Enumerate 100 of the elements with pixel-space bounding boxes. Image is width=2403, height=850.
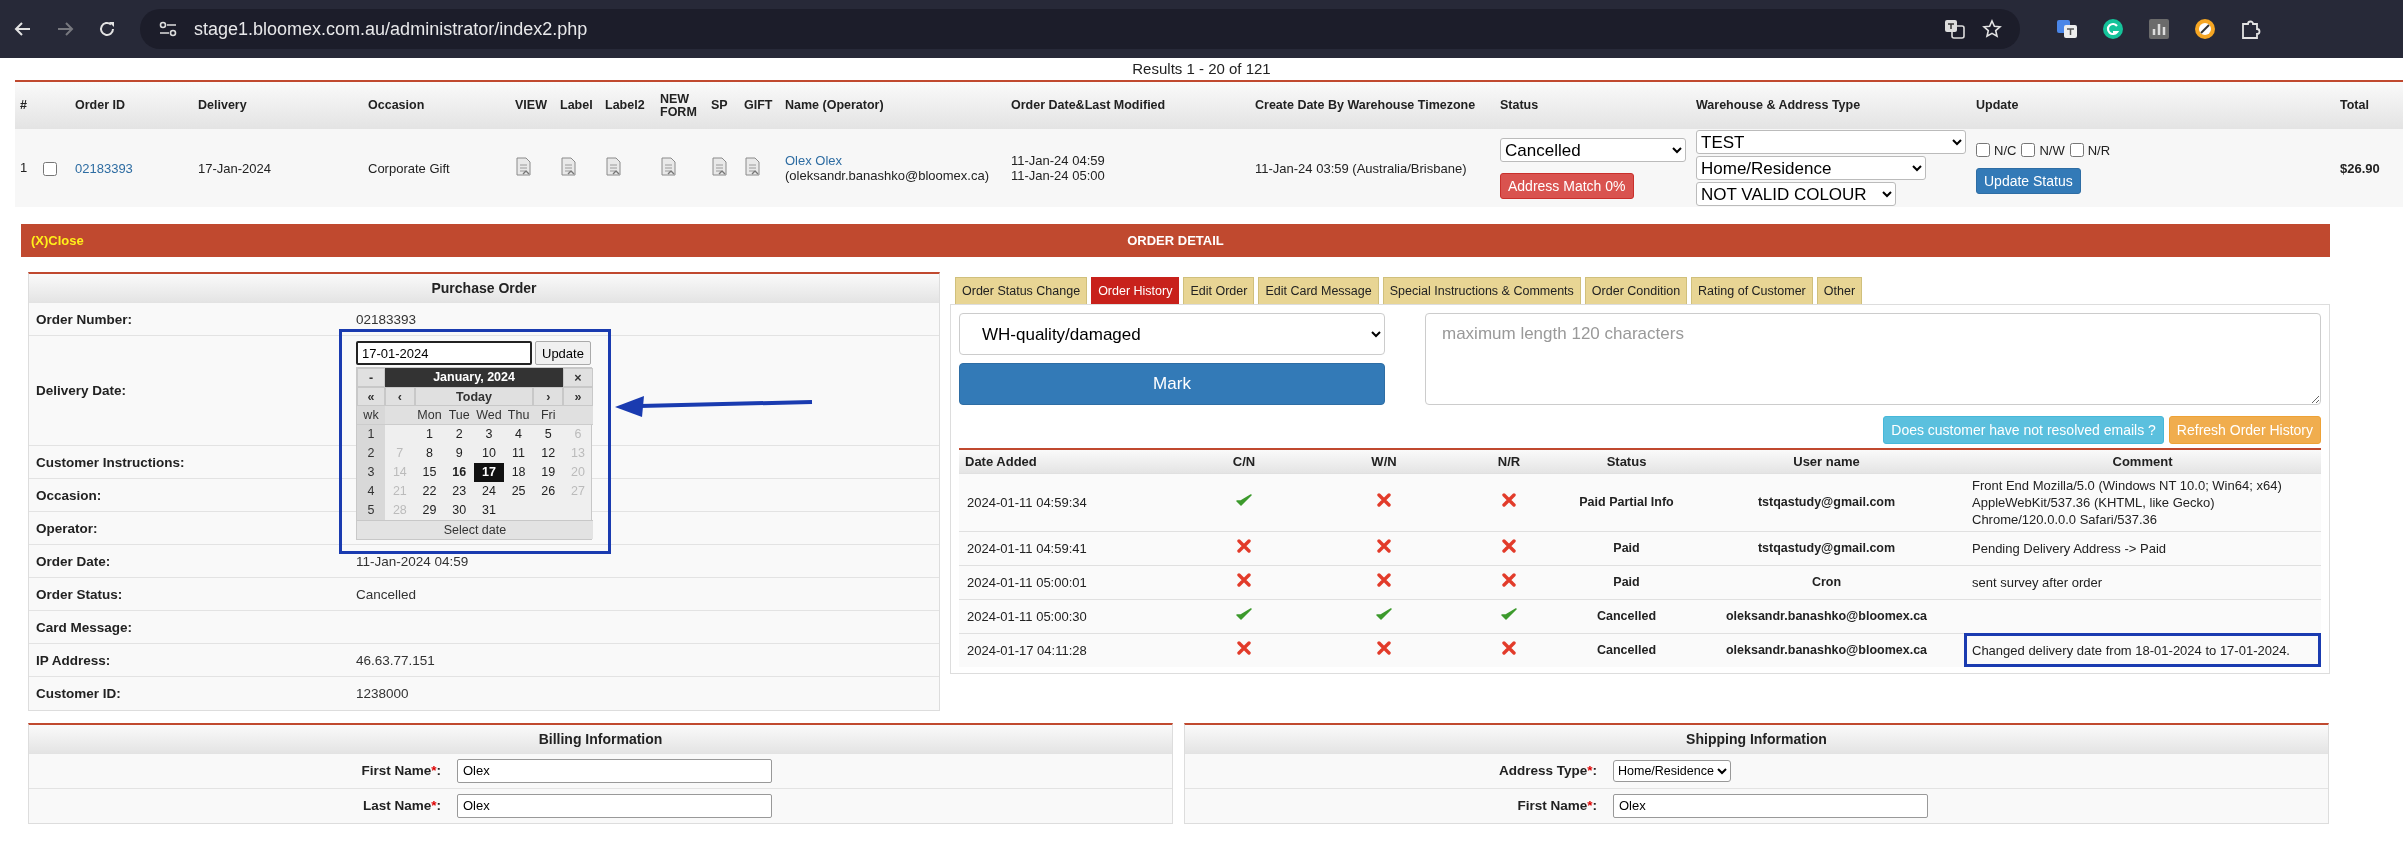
reload-icon[interactable] — [98, 20, 116, 38]
calendar-today-button[interactable]: Today — [414, 387, 534, 406]
week-number: 3 — [357, 463, 385, 482]
text-field[interactable]: Olex — [1613, 793, 1928, 818]
calendar-close-button[interactable]: × — [563, 368, 593, 387]
back-icon[interactable] — [14, 20, 32, 38]
calendar-day[interactable]: 3 — [474, 425, 504, 444]
document-icon[interactable] — [515, 157, 532, 176]
tab[interactable]: Edit Card Message — [1258, 277, 1379, 304]
calendar-day[interactable]: 30 — [444, 501, 475, 520]
forward-icon[interactable] — [56, 20, 74, 38]
calendar-day[interactable]: 5 — [533, 425, 564, 444]
mark-button[interactable]: Mark — [959, 363, 1385, 405]
field-value: 02183393 — [356, 311, 417, 327]
flag-checkbox[interactable] — [2069, 143, 2084, 157]
close-link[interactable]: (X)Close — [31, 233, 1128, 248]
comment-field[interactable]: maximum length 120 characters — [1425, 313, 2321, 405]
calendar-day[interactable]: 2 — [444, 425, 475, 444]
column-header: Update — [1976, 98, 2019, 112]
calendar-day[interactable]: 19 — [533, 463, 564, 482]
update-status-button[interactable]: Update Status — [1976, 167, 2081, 194]
field-value: 11-Jan-2024 04:59 — [356, 553, 469, 569]
column-header: NEW FORM — [660, 91, 697, 119]
calendar-day[interactable]: 24 — [474, 482, 504, 501]
date-field[interactable]: 17-01-2024 — [356, 341, 532, 365]
calendar-header-cell — [385, 406, 415, 425]
column-header: Occasion — [368, 98, 425, 112]
field-label: First Name*: — [361, 763, 441, 778]
calendar-day[interactable]: 9 — [444, 444, 475, 463]
field-label: Order Status: — [36, 586, 123, 602]
customer-link[interactable]: Olex Olex — [785, 153, 843, 168]
column-header: Create Date By Warehouse Timezone — [1255, 98, 1476, 112]
flag-checkbox[interactable] — [2021, 143, 2036, 157]
calendar-day[interactable]: 12 — [533, 444, 564, 463]
calendar-day[interactable]: 10 — [474, 444, 504, 463]
table-cell: oleksandr.banashko@bloomex.ca — [1725, 608, 1928, 623]
table-cell: Paid — [1613, 540, 1640, 555]
table-cell: 1 — [20, 160, 28, 176]
results-count: Results 1 - 20 of 121 — [1132, 60, 1271, 77]
table-cell: Front End Mozilla/5.0 (Windows NT 10.0; Win64; x64) AppleWebKit/537.36 (KHTML, like Gecko) Chrome/120.0.0.0 Safari/537.36 — [1964, 473, 2321, 531]
calendar-day[interactable]: 4 — [503, 425, 534, 444]
calendar-day[interactable]: 1 — [414, 425, 445, 444]
calendar-nav-button[interactable]: » — [563, 387, 593, 406]
warehouse-select[interactable]: TEST — [1696, 130, 1966, 154]
row-checkbox[interactable] — [43, 161, 58, 176]
tab[interactable]: Order Condition — [1584, 277, 1688, 304]
calendar-nav-button[interactable]: « — [357, 387, 385, 406]
tab[interactable]: Other — [1816, 277, 1863, 304]
reason-select[interactable]: WH-quality/damaged — [959, 313, 1385, 355]
calendar-nav-button[interactable]: › — [533, 387, 564, 406]
star-icon[interactable] — [1982, 19, 2002, 39]
document-icon[interactable] — [660, 157, 677, 176]
text-field[interactable]: Olex — [457, 758, 772, 783]
order-link[interactable]: 02183393 — [75, 160, 133, 176]
circle-icon[interactable] — [2102, 18, 2124, 40]
table-cell: Corporate Gift — [368, 160, 450, 176]
translate-icon[interactable] — [2056, 19, 2078, 39]
document-icon[interactable] — [560, 157, 577, 176]
field-label: Last Name*: — [362, 798, 441, 814]
calendar-day[interactable]: 26 — [533, 482, 564, 501]
table-cell: Paid Partial Info — [1579, 494, 1674, 509]
calendar-nav-button[interactable]: ‹ — [385, 387, 415, 406]
tab[interactable]: Order History — [1091, 277, 1180, 304]
extensions-icon[interactable] — [2240, 18, 2262, 40]
tab[interactable]: Special Instructions & Comments — [1382, 277, 1581, 304]
tab[interactable]: Order Status Change — [955, 277, 1088, 304]
text-field[interactable]: Olex — [457, 793, 772, 818]
address-bar[interactable]: stage1.bloomex.com.au/administrator/index2.php — [140, 9, 2020, 49]
document-icon[interactable] — [605, 157, 622, 176]
calendar-day[interactable]: 18 — [503, 463, 534, 482]
calendar-minus-button[interactable]: - — [357, 368, 385, 387]
document-icon[interactable] — [711, 157, 728, 176]
checkbox-label: N/C — [1994, 142, 2017, 158]
flag-checkbox[interactable] — [1976, 143, 1990, 157]
update-button[interactable]: Update — [535, 341, 591, 365]
calendar-day[interactable]: 8 — [414, 444, 445, 463]
calendar-day[interactable]: 17 — [474, 463, 504, 482]
site-info-icon[interactable] — [158, 21, 178, 37]
calendar-day[interactable]: 15 — [414, 463, 445, 482]
calendar-day[interactable]: 31 — [474, 501, 504, 520]
document-icon[interactable] — [744, 157, 761, 176]
address-match-button[interactable]: Address Match 0% — [1500, 173, 1634, 199]
calendar-day[interactable]: 23 — [444, 482, 475, 501]
calendar-day[interactable]: 29 — [414, 501, 445, 520]
address-type-select[interactable]: Home/Residence — [1613, 759, 1731, 782]
colour-select[interactable]: NOT VALID COLOUR — [1696, 182, 1896, 206]
translate-icon[interactable] — [1944, 19, 1966, 39]
status-select[interactable]: Cancelled — [1500, 138, 1686, 162]
address-type-select[interactable]: Home/Residence — [1696, 156, 1926, 180]
calendar-day[interactable]: 25 — [503, 482, 534, 501]
chart-icon[interactable] — [2148, 18, 2170, 40]
week-label: wk — [357, 406, 385, 425]
tab[interactable]: Edit Order — [1183, 277, 1255, 304]
circle-icon[interactable] — [2194, 18, 2216, 40]
week-number: 4 — [357, 482, 385, 501]
calendar-day[interactable]: 22 — [414, 482, 445, 501]
tab[interactable]: Rating of Customer — [1691, 277, 1813, 304]
calendar-day[interactable]: 11 — [503, 444, 534, 463]
calendar-day[interactable]: 16 — [444, 463, 475, 482]
highlighted-cell: Changed delivery date from 18-01-2024 to 17-01-2024. — [1964, 633, 2321, 667]
